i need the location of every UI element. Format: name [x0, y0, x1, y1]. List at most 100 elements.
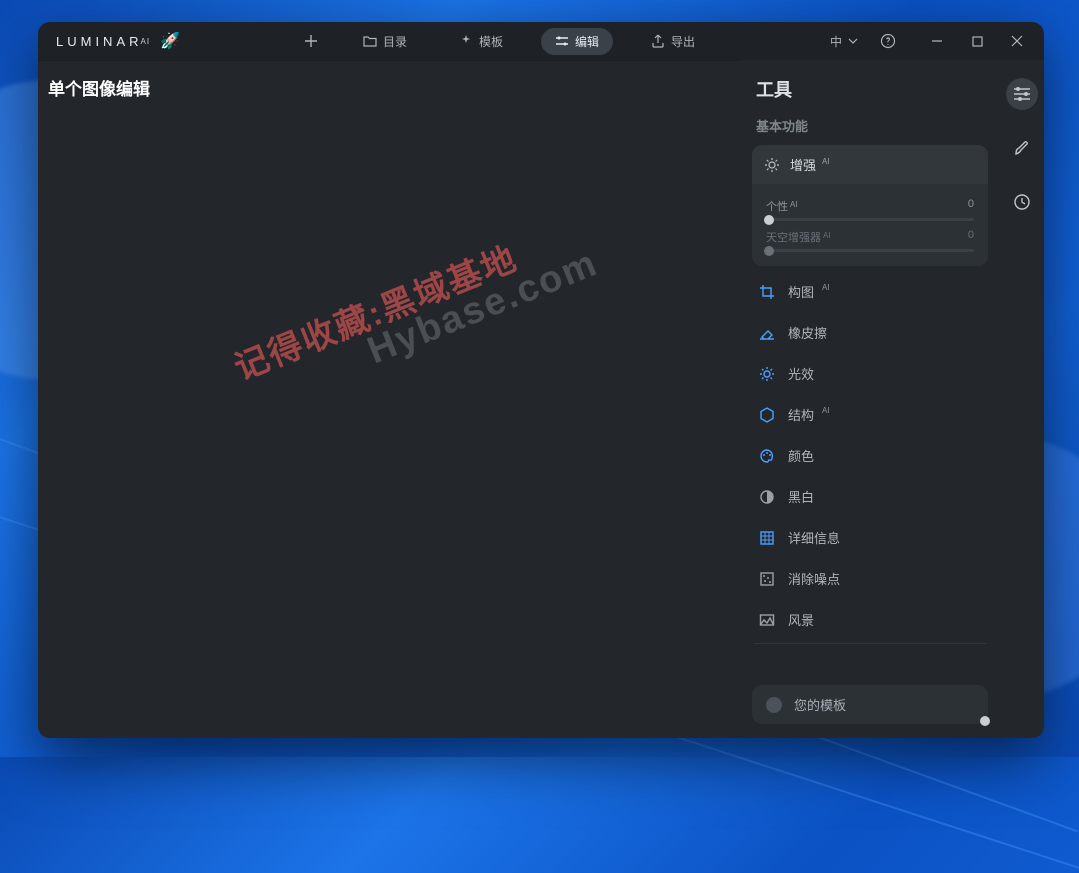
minimize-button[interactable]	[918, 26, 956, 56]
help-icon	[880, 33, 896, 49]
maximize-button[interactable]	[958, 26, 996, 56]
tool-item-grid[interactable]: 详细信息	[752, 518, 988, 557]
language-label: 中	[830, 33, 842, 50]
tool-item-label: 风景	[788, 610, 814, 629]
tool-item-palette[interactable]: 颜色	[752, 436, 988, 475]
divider	[754, 643, 986, 644]
landscape-icon	[758, 611, 776, 629]
ai-badge-small: AI	[823, 231, 831, 240]
nav-export-label: 导出	[671, 33, 695, 50]
slider-sky-label: 天空增强器	[766, 232, 821, 244]
tool-item-bw[interactable]: 黑白	[752, 477, 988, 516]
watermark-line-2: Hybase.com	[362, 242, 604, 373]
sparkle-icon	[459, 34, 473, 48]
app-window: LUMINAR AI 🚀 目录 模板	[38, 22, 1044, 738]
tool-item-crop[interactable]: 构图 AI	[752, 272, 988, 311]
nav-catalog[interactable]: 目录	[349, 28, 421, 55]
slider-personality-value: 0	[968, 198, 974, 214]
tool-item-hex[interactable]: 结构 AI	[752, 395, 988, 434]
app-logo: LUMINAR AI 🚀	[56, 31, 184, 51]
titlebar: LUMINAR AI 🚀 目录 模板	[38, 22, 1044, 60]
hex-icon	[758, 406, 776, 424]
close-button[interactable]	[998, 26, 1036, 56]
eraser-icon	[758, 324, 776, 342]
titlebar-center: 目录 模板 编辑 导出	[184, 27, 822, 55]
minimize-icon	[931, 35, 943, 47]
rail-adjust-button[interactable]	[1006, 78, 1038, 110]
tool-item-label: 颜色	[788, 446, 814, 465]
plus-icon	[304, 34, 318, 48]
tool-list: 构图 AI 橡皮擦光效结构 AI 颜色黑白详细信息消除噪点风景	[752, 272, 988, 639]
app-name: LUMINAR	[56, 34, 143, 49]
watermark-line-1: 记得收藏:黑域基地	[226, 204, 591, 389]
rail-brush-button[interactable]	[1006, 132, 1038, 164]
denoise-icon	[758, 570, 776, 588]
sliders-icon	[555, 34, 569, 48]
slider-sky-label-row: 天空增强器AI 0	[766, 229, 974, 245]
add-button[interactable]	[297, 27, 325, 55]
slider-personality-track[interactable]	[766, 218, 974, 221]
nav-templates[interactable]: 模板	[445, 28, 517, 55]
enhance-label: 增强	[790, 155, 816, 174]
slider-personality[interactable]: 个性AI 0	[766, 198, 974, 221]
palette-icon	[758, 447, 776, 465]
nav-edit[interactable]: 编辑	[541, 28, 613, 55]
slider-sky-track[interactable]	[766, 249, 974, 252]
grid-icon	[758, 529, 776, 547]
tools-panel: 工具 基本功能 增强 AI 个性AI 0	[740, 60, 1000, 738]
bw-icon	[758, 488, 776, 506]
tool-item-label: 光效	[788, 364, 814, 383]
enhance-icon	[764, 157, 780, 173]
adjust-icon	[1013, 86, 1031, 102]
tool-item-sun[interactable]: 光效	[752, 354, 988, 393]
chevron-down-icon	[848, 38, 858, 44]
template-thumb-icon	[766, 697, 782, 713]
ai-badge-small: AI	[822, 406, 830, 415]
nav-export[interactable]: 导出	[637, 28, 709, 55]
tool-item-eraser[interactable]: 橡皮擦	[752, 313, 988, 352]
canvas-area[interactable]: 单个图像编辑 记得收藏:黑域基地 Hybase.com	[38, 60, 740, 738]
section-basic: 基本功能	[756, 116, 988, 135]
maximize-icon	[972, 36, 983, 47]
tool-item-denoise[interactable]: 消除噪点	[752, 559, 988, 598]
brush-icon	[1013, 139, 1031, 157]
slider-personality-label: 个性	[766, 201, 788, 213]
template-knob[interactable]	[980, 716, 990, 726]
nav-catalog-label: 目录	[383, 33, 407, 50]
help-button[interactable]	[880, 33, 896, 49]
tool-item-landscape[interactable]: 风景	[752, 600, 988, 639]
tool-item-label: 结构	[788, 405, 814, 424]
history-icon	[1013, 193, 1031, 211]
window-controls	[918, 26, 1036, 56]
ai-badge-small: AI	[790, 200, 798, 209]
enhance-body: 个性AI 0 天空增强器AI 0	[752, 184, 988, 266]
nav-templates-label: 模板	[479, 33, 503, 50]
ai-badge: AI	[822, 157, 830, 166]
slider-thumb[interactable]	[764, 215, 774, 225]
ai-badge-small: AI	[822, 283, 830, 292]
tool-item-label: 构图	[788, 282, 814, 301]
crop-icon	[758, 283, 776, 301]
titlebar-right: 中	[822, 26, 1036, 56]
rail-history-button[interactable]	[1006, 186, 1038, 218]
export-icon	[651, 34, 665, 48]
slider-thumb[interactable]	[764, 246, 774, 256]
main-nav: 目录 模板 编辑 导出	[349, 28, 709, 55]
right-rail	[1000, 60, 1044, 738]
enhance-header[interactable]: 增强 AI	[752, 145, 988, 184]
slider-personality-label-row: 个性AI 0	[766, 198, 974, 214]
close-icon	[1011, 35, 1023, 47]
watermark: 记得收藏:黑域基地 Hybase.com	[226, 204, 604, 422]
rocket-icon: 🚀	[160, 31, 184, 51]
slider-sky-enhancer[interactable]: 天空增强器AI 0	[766, 229, 974, 252]
slider-sky-value: 0	[968, 229, 974, 245]
nav-edit-label: 编辑	[575, 33, 599, 50]
template-bar[interactable]: 您的模板	[752, 685, 988, 724]
canvas-title: 单个图像编辑	[48, 75, 150, 100]
panel-title: 工具	[756, 76, 988, 102]
tool-item-label: 消除噪点	[788, 569, 840, 588]
language-selector[interactable]: 中	[822, 29, 866, 54]
folder-icon	[363, 34, 377, 48]
tool-item-label: 橡皮擦	[788, 323, 827, 342]
tool-item-label: 详细信息	[788, 528, 840, 547]
